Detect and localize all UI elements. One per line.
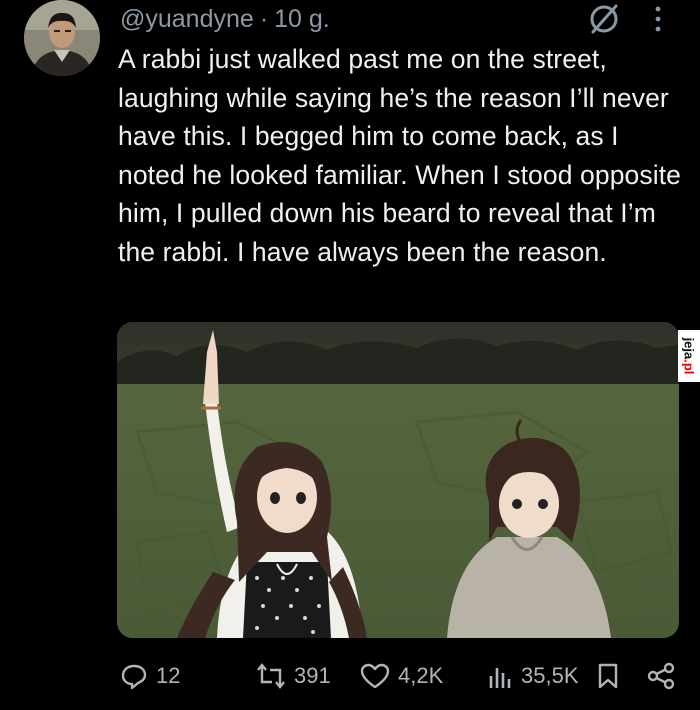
bookmark-icon[interactable] — [596, 662, 620, 690]
repost-count: 391 — [294, 663, 331, 688]
views-button[interactable]: 35,5K — [485, 656, 579, 696]
separator-dot: · — [259, 4, 269, 33]
avatar[interactable] — [24, 0, 100, 76]
reply-count: 12 — [156, 663, 181, 688]
tweet-header: @yuandyne · 10 g. — [120, 4, 330, 34]
more-icon[interactable] — [650, 4, 666, 34]
reply-button[interactable]: 12 — [120, 656, 180, 696]
repost-button[interactable]: 391 — [256, 656, 331, 696]
repost-icon — [257, 663, 285, 689]
watermark-brand: jeja — [681, 337, 697, 360]
tweet-time[interactable]: 10 g. — [274, 5, 330, 34]
tweet-media-image[interactable] — [117, 322, 679, 638]
like-count: 4,2K — [398, 663, 444, 688]
like-icon — [360, 663, 390, 689]
share-icon[interactable] — [646, 662, 676, 690]
null-icon[interactable] — [587, 2, 621, 36]
watermark-jeja: jeja.pl — [678, 330, 700, 382]
action-bar: 12 391 4,2K 35,5K — [0, 656, 700, 696]
media-illustration — [117, 322, 679, 638]
user-handle[interactable]: @yuandyne — [120, 5, 254, 34]
views-icon — [489, 668, 511, 688]
reply-icon — [121, 664, 147, 690]
watermark-suffix: .pl — [681, 359, 697, 375]
like-button[interactable]: 4,2K — [360, 656, 443, 696]
tweet-text: A rabbi just walked past me on the stree… — [118, 44, 682, 267]
views-count: 35,5K — [521, 663, 579, 688]
avatar-image — [24, 0, 100, 76]
